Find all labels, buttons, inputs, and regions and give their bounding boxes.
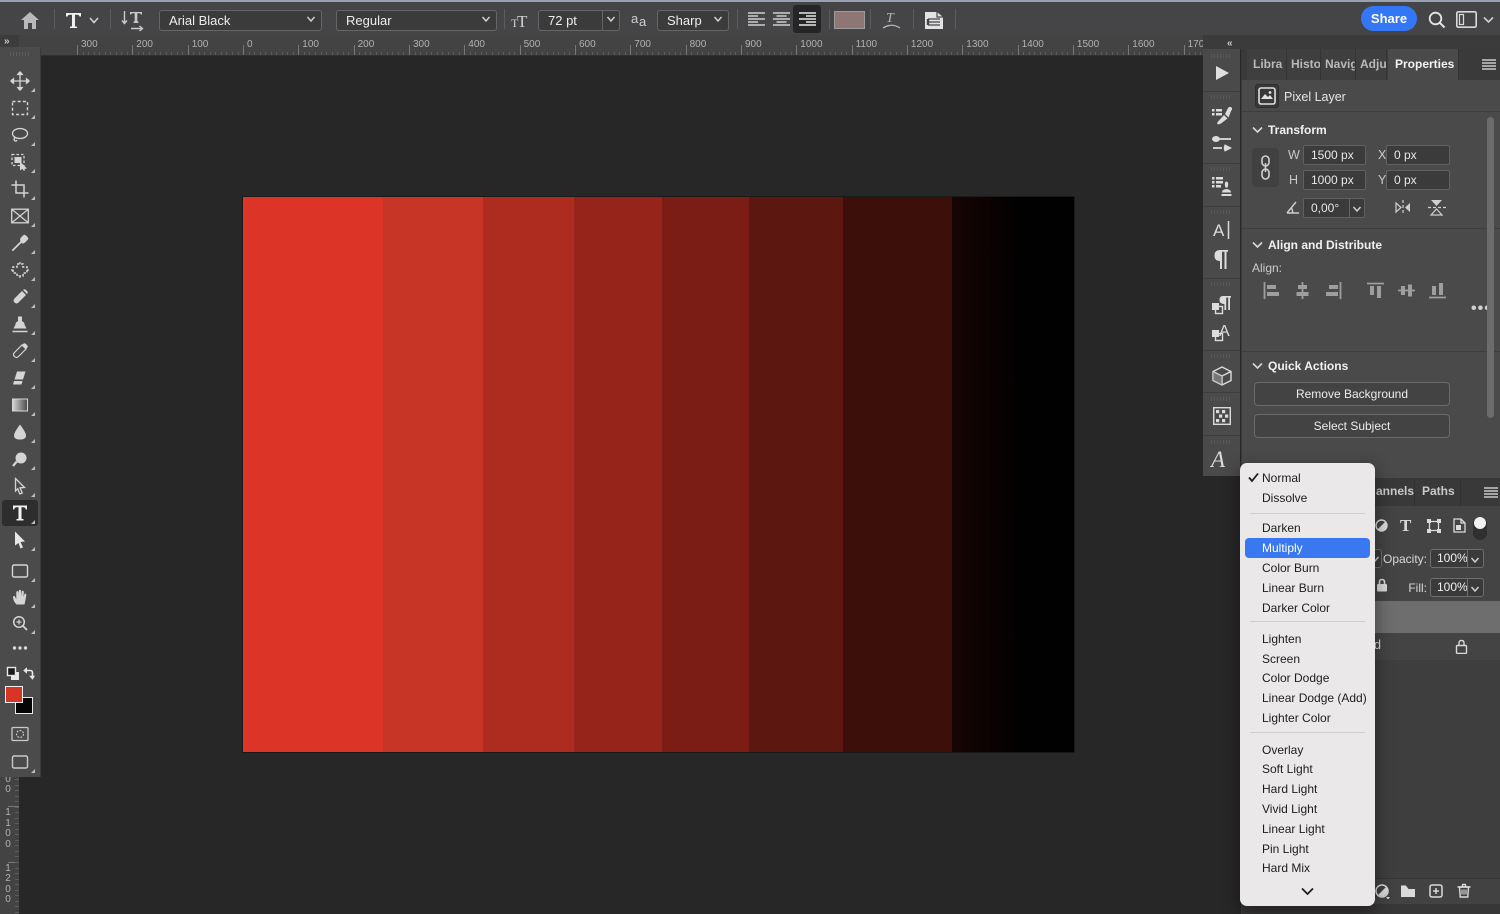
svg-text:a: a [631, 13, 639, 26]
svg-text:A: A [1210, 448, 1226, 472]
svg-text:T: T [886, 11, 895, 26]
svg-text:T: T [517, 12, 528, 29]
svg-text:A: A [1213, 221, 1225, 240]
svg-text:A: A [1219, 323, 1230, 340]
svg-text:a: a [639, 14, 647, 28]
